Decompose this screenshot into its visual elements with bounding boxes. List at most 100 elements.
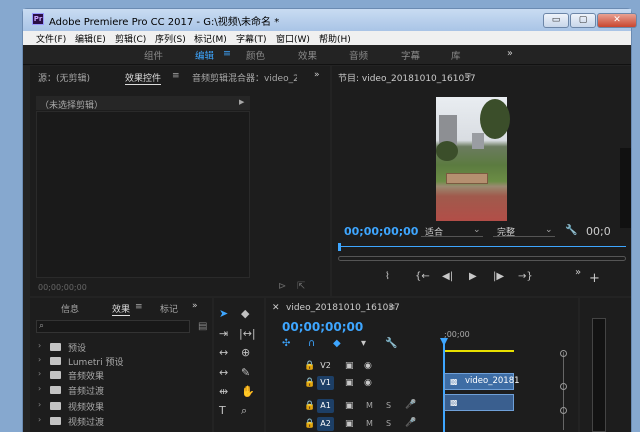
title-bar[interactable]: Pr Adobe Premiere Pro CC 2017 - G:\视频\未命… [23, 9, 637, 31]
menu-marker[interactable]: 标记(M) [194, 32, 227, 45]
zoom-bar[interactable] [338, 246, 626, 247]
mute-button[interactable]: M [366, 419, 373, 428]
tab-audio-clip-mixer[interactable]: 音频剪辑混合器：video_2 [192, 71, 297, 84]
selection-tool-icon[interactable]: ➤ [219, 307, 228, 320]
panel-menu-icon[interactable]: ≡ [172, 71, 180, 81]
marker-icon[interactable]: ▾ [361, 339, 366, 349]
scroll-handle[interactable] [560, 350, 567, 357]
workspace-libraries[interactable]: 库 [451, 48, 461, 62]
effects-folder[interactable]: › 音频效果 [38, 369, 208, 382]
timeline-timecode[interactable]: 00;00;00;00 [282, 320, 363, 334]
razor-tool-icon[interactable]: ⊕ [241, 346, 250, 359]
effects-menu-icon[interactable]: ≡ [135, 302, 143, 312]
mark-in-icon[interactable]: ⌇ [385, 272, 390, 282]
track-label-v2[interactable]: V2 [317, 359, 334, 373]
menu-sequence[interactable]: 序列(S) [155, 32, 186, 45]
effects-folder[interactable]: › 视频效果 [38, 400, 208, 413]
effects-search-input[interactable]: ⌕ [36, 320, 190, 333]
go-to-in-icon[interactable]: {← [415, 272, 430, 282]
sync-lock-icon[interactable]: ▣ [345, 378, 354, 388]
lock-icon[interactable]: 🔒 [304, 378, 315, 388]
sync-lock-icon[interactable]: ▣ [345, 401, 354, 411]
sync-lock-icon[interactable]: ▣ [345, 419, 354, 429]
more-buttons-icon[interactable]: » [575, 268, 581, 278]
menu-edit[interactable]: 编辑(E) [75, 32, 106, 45]
maximize-button[interactable]: ▢ [570, 13, 596, 28]
menu-title[interactable]: 字幕(T) [236, 32, 267, 45]
menu-help[interactable]: 帮助(H) [319, 32, 351, 45]
scroll-bar[interactable] [338, 256, 626, 261]
video-clip[interactable]: ▩ video_20181 [444, 373, 520, 390]
menu-window[interactable]: 窗口(W) [276, 32, 310, 45]
workspace-menu-icon[interactable]: ≡ [223, 48, 231, 59]
tab-source[interactable]: 源：(无剪辑) [38, 71, 90, 84]
workspace-assembly[interactable]: 组件 [144, 48, 163, 62]
sync-lock-icon[interactable]: ▣ [345, 361, 354, 371]
effects-more-icon[interactable]: » [192, 301, 198, 311]
expand-arrow-icon[interactable]: ▶ [239, 98, 244, 106]
playhead-marker[interactable] [338, 243, 341, 251]
snap-icon[interactable]: ✣ [282, 339, 290, 349]
timeline-menu-icon[interactable]: ≡ [388, 303, 396, 313]
workspace-more-icon[interactable]: » [507, 48, 513, 59]
workspace-audio[interactable]: 音频 [349, 48, 368, 62]
timeline-settings-icon[interactable]: 🔧 [385, 339, 397, 349]
rolling-edit-tool-icon[interactable]: |↔| [239, 327, 256, 340]
workspace-color[interactable]: 颜色 [246, 48, 265, 62]
go-to-out-icon[interactable]: →} [518, 272, 533, 282]
ripple-edit-tool-icon[interactable]: ⇥ [219, 327, 228, 340]
program-title[interactable]: 节目: video_20181010_161037 [338, 71, 476, 84]
effects-folder[interactable]: › 预设 [38, 341, 208, 354]
minimize-button[interactable]: ▭ [543, 13, 569, 28]
solo-button[interactable]: S [386, 401, 391, 410]
workspace-editing[interactable]: 编辑 [195, 48, 214, 62]
new-bin-icon[interactable]: ▤ [198, 322, 207, 332]
wrench-icon[interactable]: 🔧 [565, 226, 577, 236]
timeline-close-icon[interactable]: ✕ [272, 303, 280, 313]
slip-tool-icon[interactable]: ↔ [219, 366, 228, 379]
lock-icon[interactable]: 🔒 [304, 419, 315, 429]
tab-markers[interactable]: 标记 [160, 302, 178, 315]
menu-clip[interactable]: 剪辑(C) [115, 32, 146, 45]
panel-more-icon[interactable]: » [314, 70, 320, 80]
effects-folder[interactable]: › Lumetri 预设 [38, 355, 208, 368]
track-label-a2[interactable]: A2 [317, 417, 334, 431]
lock-icon[interactable]: 🔒 [304, 361, 315, 371]
mute-button[interactable]: M [366, 401, 373, 410]
fit-dropdown[interactable]: 适合 ⌄ [421, 224, 483, 238]
work-area-bar[interactable] [444, 350, 514, 352]
tab-info[interactable]: 信息 [61, 302, 79, 315]
filter-icon[interactable]: ⊳ [278, 282, 286, 292]
scroll-handle[interactable] [560, 383, 567, 390]
program-timecode[interactable]: 00;00;00;00 [344, 225, 418, 238]
track-label-a1[interactable]: A1 [317, 399, 334, 413]
program-menu-icon[interactable]: ≡ [464, 71, 472, 81]
hand-tool-icon[interactable]: ✋ [241, 385, 255, 398]
step-back-icon[interactable]: ◀| [442, 272, 453, 282]
zoom-tool-icon[interactable]: ⌕ [241, 404, 247, 418]
step-forward-icon[interactable]: |▶ [493, 272, 504, 282]
workspace-captions[interactable]: 字幕 [401, 48, 420, 62]
timeline-title[interactable]: video_20181010_161037 [286, 303, 400, 313]
menu-file[interactable]: 文件(F) [36, 32, 66, 45]
export-icon[interactable]: ⇱ [297, 282, 305, 292]
lock-icon[interactable]: 🔒 [304, 401, 315, 411]
audio-clip[interactable]: ▩ [444, 394, 514, 411]
pen-tool-icon[interactable]: ✎ [241, 366, 250, 379]
track-label-v1[interactable]: V1 [317, 376, 334, 390]
tab-effects[interactable]: 效果 [112, 302, 131, 316]
effects-folder[interactable]: › 视频过渡 [38, 415, 208, 428]
scroll-handle[interactable] [560, 407, 567, 414]
tab-effect-controls[interactable]: 效果控件 [125, 71, 162, 85]
quality-dropdown[interactable]: 完整 ⌄ [493, 224, 555, 238]
microphone-icon[interactable]: 🎤 [405, 400, 416, 410]
track-select-tool-icon[interactable]: ◆ [241, 307, 249, 320]
add-marker-icon[interactable]: ◆ [333, 339, 341, 349]
effects-folder[interactable]: › 音频过渡 [38, 384, 208, 397]
solo-button[interactable]: S [386, 419, 391, 428]
close-button[interactable]: ✕ [597, 13, 637, 28]
linked-selection-icon[interactable]: ∩ [308, 339, 315, 349]
slide-tool-icon[interactable]: ⇹ [219, 385, 228, 398]
eye-icon[interactable]: ◉ [364, 378, 372, 388]
type-tool-icon[interactable]: T [219, 404, 226, 417]
